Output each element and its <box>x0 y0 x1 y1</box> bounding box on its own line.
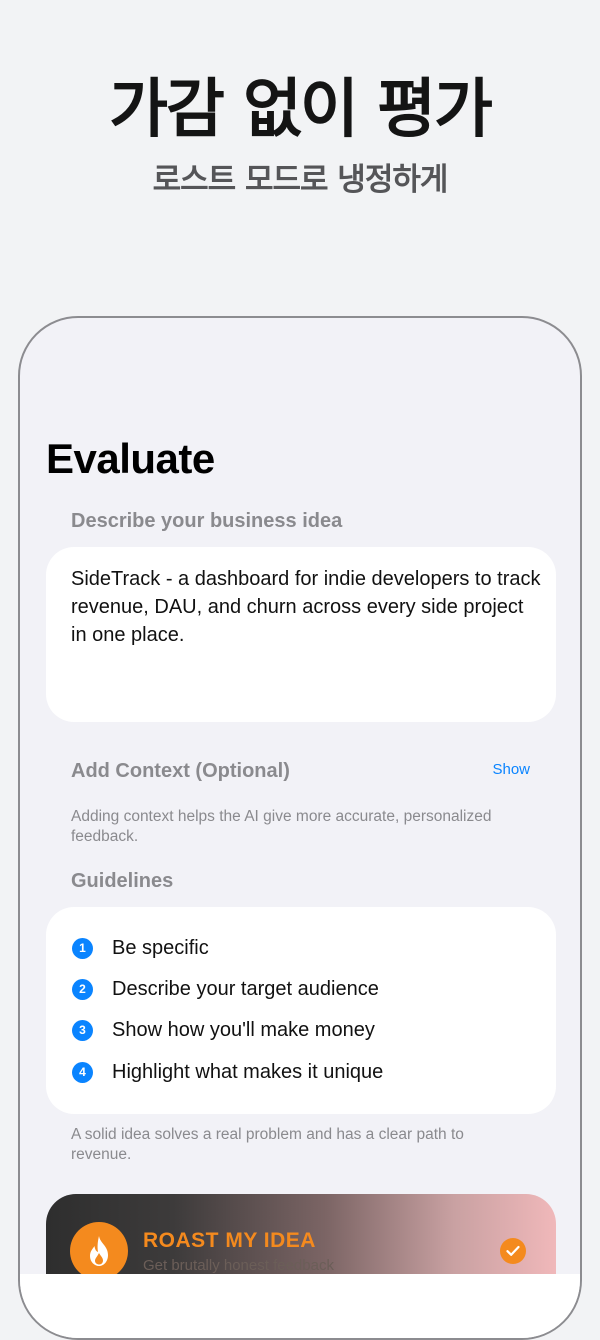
page-title: Evaluate <box>46 435 215 482</box>
context-note: Adding context helps the AI give more ac… <box>71 808 492 845</box>
number-badge-icon: 3 <box>72 1019 93 1041</box>
guideline-item: 1 Be specific <box>72 935 209 961</box>
idea-text-field[interactable]: SideTrack - a dashboard for indie develo… <box>71 565 541 649</box>
number-badge-icon: 2 <box>72 978 93 1000</box>
guideline-text: Show how you'll make money <box>112 1019 375 1041</box>
idea-input-card[interactable]: SideTrack - a dashboard for indie develo… <box>46 547 556 722</box>
guidelines-card: 1 Be specific 2 Describe your target aud… <box>46 907 556 1114</box>
idea-section-label: Describe your business idea <box>71 510 343 532</box>
context-show-button[interactable]: Show <box>492 760 530 780</box>
guideline-text: Describe your target audience <box>112 978 379 1000</box>
guidelines-section-label: Guidelines <box>71 870 174 892</box>
guidelines-note: A solid idea solves a real problem and h… <box>71 1126 464 1163</box>
device-frame: Evaluate Describe your business idea Sid… <box>18 316 582 1340</box>
guideline-item: 3 Show how you'll make money <box>72 1017 375 1043</box>
roast-subtitle: Get brutally honest feedback <box>143 1257 334 1274</box>
bottom-bar <box>20 1274 580 1338</box>
guideline-text: Be specific <box>112 937 209 959</box>
checkmark-icon <box>500 1238 526 1264</box>
context-section-label: Add Context (Optional) <box>71 760 290 782</box>
roast-title: ROAST MY IDEA <box>143 1229 316 1252</box>
number-badge-icon: 4 <box>72 1061 93 1083</box>
flame-icon <box>70 1222 128 1280</box>
guideline-item: 2 Describe your target audience <box>72 976 379 1002</box>
number-badge-icon: 1 <box>72 937 93 959</box>
hero-subtitle: 로스트 모드로 냉정하게 <box>152 162 449 198</box>
hero-title: 가감 없이 평가 <box>109 73 493 147</box>
guideline-item: 4 Highlight what makes it unique <box>72 1059 383 1085</box>
guideline-text: Highlight what makes it unique <box>112 1061 384 1083</box>
